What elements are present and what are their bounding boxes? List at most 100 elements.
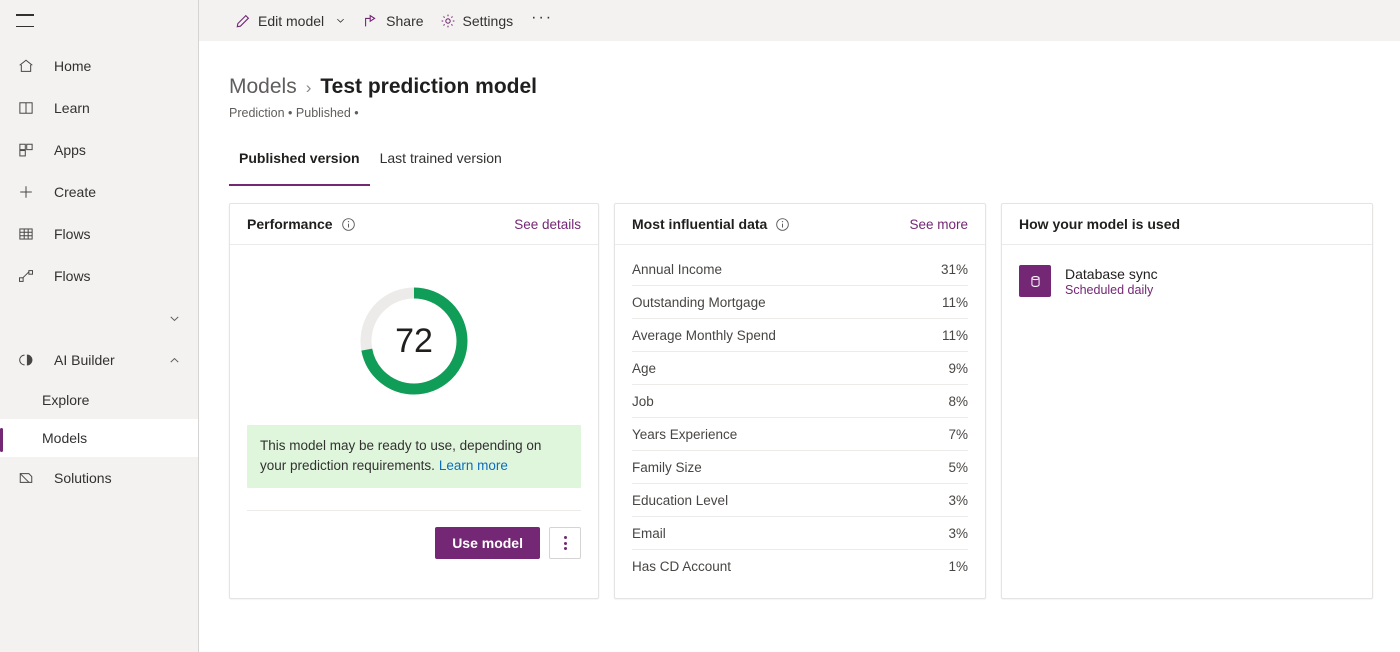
influential-field-name: Age bbox=[632, 361, 948, 376]
sidebar-item-create[interactable]: Create bbox=[0, 171, 198, 213]
settings-label: Settings bbox=[463, 13, 514, 29]
list-item[interactable]: Database sync Scheduled daily bbox=[1019, 265, 1355, 297]
sidebar-item-label: Flows bbox=[54, 226, 198, 242]
influential-data-list: Annual Income 31% Outstanding Mortgage 1… bbox=[615, 245, 985, 583]
usage-item-schedule: Scheduled daily bbox=[1065, 283, 1158, 297]
influential-field-name: Email bbox=[632, 526, 948, 541]
influential-field-name: Annual Income bbox=[632, 262, 941, 277]
ai-builder-icon bbox=[16, 350, 36, 370]
influential-field-name: Years Experience bbox=[632, 427, 948, 442]
table-row: Job 8% bbox=[632, 385, 968, 418]
sidebar-item-ai-builder[interactable]: AI Builder bbox=[0, 339, 198, 381]
flows-icon bbox=[16, 266, 36, 286]
gear-icon bbox=[440, 13, 456, 29]
sidebar-item-models[interactable]: Models bbox=[0, 419, 198, 457]
sidebar-item-label: Models bbox=[42, 430, 198, 446]
influential-field-name: Family Size bbox=[632, 460, 948, 475]
sidebar-item-explore[interactable]: Explore bbox=[0, 381, 198, 419]
table-icon bbox=[16, 224, 36, 244]
more-options-button[interactable] bbox=[549, 527, 581, 559]
app-root: Home Learn Apps bbox=[0, 0, 1400, 652]
version-tabs: Published version Last trained version bbox=[229, 150, 1400, 186]
usage-card-title: How your model is used bbox=[1019, 216, 1180, 232]
influential-field-value: 7% bbox=[948, 427, 968, 442]
learn-more-link[interactable]: Learn more bbox=[439, 458, 508, 473]
performance-score: 72 bbox=[358, 285, 470, 397]
use-model-button[interactable]: Use model bbox=[435, 527, 540, 559]
pencil-icon bbox=[235, 13, 251, 29]
see-details-link[interactable]: See details bbox=[514, 217, 581, 232]
most-influential-data-card: Most influential data See more Annual In… bbox=[614, 203, 986, 599]
tab-last-trained-version[interactable]: Last trained version bbox=[370, 150, 512, 186]
influential-card-title: Most influential data bbox=[632, 216, 767, 232]
solutions-icon bbox=[16, 468, 36, 488]
performance-card-body: 72 This model may be ready to use, depen… bbox=[230, 245, 598, 598]
main-content: Edit model Share bbox=[199, 0, 1400, 652]
card-row: Performance See details bbox=[229, 203, 1400, 599]
performance-gauge-wrapper: 72 bbox=[230, 245, 598, 397]
table-row: Education Level 3% bbox=[632, 484, 968, 517]
influential-field-value: 5% bbox=[948, 460, 968, 475]
table-row: Has CD Account 1% bbox=[632, 550, 968, 583]
table-row: Average Monthly Spend 11% bbox=[632, 319, 968, 352]
usage-card-body: Database sync Scheduled daily bbox=[1002, 245, 1372, 297]
share-button[interactable]: Share bbox=[355, 5, 431, 37]
edit-model-button[interactable]: Edit model bbox=[227, 5, 355, 37]
sidebar-item-label: Learn bbox=[54, 100, 198, 116]
hamburger-row bbox=[0, 0, 198, 41]
sidebar-item-home[interactable]: Home bbox=[0, 45, 198, 87]
breadcrumb: Models › Test prediction model bbox=[229, 41, 1400, 99]
info-icon[interactable] bbox=[775, 217, 790, 232]
chevron-down-icon[interactable] bbox=[164, 308, 184, 328]
performance-card-header: Performance See details bbox=[230, 204, 598, 245]
sidebar-item-data[interactable]: Flows bbox=[0, 213, 198, 255]
share-label: Share bbox=[386, 13, 423, 29]
table-row: Family Size 5% bbox=[632, 451, 968, 484]
performance-gauge: 72 bbox=[358, 285, 470, 397]
command-toolbar: Edit model Share bbox=[199, 0, 1400, 41]
see-more-link[interactable]: See more bbox=[909, 217, 968, 232]
performance-card: Performance See details bbox=[229, 203, 599, 599]
sidebar-item-collapsed-group[interactable] bbox=[0, 297, 198, 339]
tab-published-version[interactable]: Published version bbox=[229, 150, 370, 186]
apps-grid-icon bbox=[16, 140, 36, 160]
influential-field-name: Education Level bbox=[632, 493, 948, 508]
readiness-notice: This model may be ready to use, dependin… bbox=[247, 425, 581, 488]
table-row: Annual Income 31% bbox=[632, 253, 968, 286]
usage-card-header: How your model is used bbox=[1002, 204, 1372, 245]
influential-field-value: 3% bbox=[948, 493, 968, 508]
sidebar-item-flows[interactable]: Flows bbox=[0, 255, 198, 297]
influential-field-name: Average Monthly Spend bbox=[632, 328, 942, 343]
sidebar-item-label: AI Builder bbox=[54, 352, 164, 368]
more-commands-button[interactable]: ··· bbox=[527, 5, 557, 37]
usage-item-name: Database sync bbox=[1065, 266, 1158, 282]
usage-item-text: Database sync Scheduled daily bbox=[1065, 266, 1158, 297]
chevron-up-icon[interactable] bbox=[164, 350, 184, 370]
performance-card-title: Performance bbox=[247, 216, 333, 232]
hamburger-menu-icon[interactable] bbox=[16, 14, 34, 27]
sidebar-item-label: Explore bbox=[42, 392, 198, 408]
sidebar-item-solutions[interactable]: Solutions bbox=[0, 457, 198, 499]
database-icon bbox=[1019, 265, 1051, 297]
info-icon[interactable] bbox=[341, 217, 356, 232]
table-row: Outstanding Mortgage 11% bbox=[632, 286, 968, 319]
page-title: Test prediction model bbox=[320, 75, 537, 99]
settings-button[interactable]: Settings bbox=[432, 5, 522, 37]
kebab-icon bbox=[564, 536, 567, 550]
performance-card-footer: Use model bbox=[247, 510, 581, 575]
edit-model-label: Edit model bbox=[258, 13, 324, 29]
model-subtitle: Prediction • Published • bbox=[229, 106, 1400, 120]
sidebar-item-apps[interactable]: Apps bbox=[0, 129, 198, 171]
sidebar-nav-list: Home Learn Apps bbox=[0, 41, 198, 499]
influential-field-value: 11% bbox=[942, 295, 968, 310]
sidebar-item-label: Flows bbox=[54, 268, 198, 284]
influential-field-name: Outstanding Mortgage bbox=[632, 295, 942, 310]
page-content: Models › Test prediction model Predictio… bbox=[199, 41, 1400, 599]
share-icon bbox=[363, 13, 379, 29]
sidebar-item-label: Solutions bbox=[54, 470, 198, 486]
sidebar-item-label: Create bbox=[54, 184, 198, 200]
chevron-down-icon[interactable] bbox=[333, 15, 347, 26]
sidebar-item-learn[interactable]: Learn bbox=[0, 87, 198, 129]
breadcrumb-models-link[interactable]: Models bbox=[229, 75, 297, 99]
book-icon bbox=[16, 98, 36, 118]
